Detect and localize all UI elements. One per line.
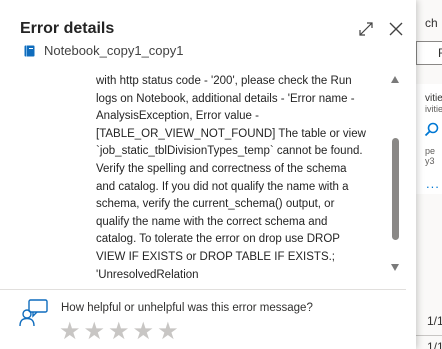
error-message-line: catalog. To tolerate the error on drop u… bbox=[96, 233, 340, 246]
bg-text-fragment: 1/1 bbox=[427, 340, 442, 349]
scroll-thumb[interactable] bbox=[392, 138, 399, 240]
expand-icon bbox=[359, 22, 373, 36]
star-rating: ★ ★ ★ ★ ★ bbox=[59, 317, 179, 345]
bg-text-fragment: ch bbox=[425, 16, 438, 30]
bg-more-dots: ... bbox=[426, 176, 440, 191]
bg-text-fragment: y3 bbox=[425, 156, 435, 166]
star-icon[interactable]: ★ bbox=[133, 317, 155, 345]
error-message-line: Verify the spelling and correctness of t… bbox=[96, 162, 347, 175]
scroll-up-arrow[interactable] bbox=[391, 76, 399, 83]
error-message-line: with http status code - '200', please ch… bbox=[96, 75, 352, 87]
close-icon bbox=[389, 22, 403, 36]
section-divider bbox=[0, 289, 406, 290]
error-message-line: 'UnresolvedRelation bbox=[96, 268, 199, 281]
error-message-text: with http status code - '200', please ch… bbox=[96, 73, 382, 283]
error-message-line: and catalog. If you did not qualify the … bbox=[96, 180, 349, 193]
star-icon[interactable]: ★ bbox=[157, 317, 179, 345]
bg-divider bbox=[412, 335, 442, 336]
error-message-line: qualify the name with the correct schema… bbox=[96, 215, 328, 228]
feedback-question: How helpful or unhelpful was this error … bbox=[61, 302, 313, 314]
search-icon bbox=[424, 122, 440, 141]
notebook-reference: Notebook_copy1_copy1 bbox=[24, 43, 184, 58]
notebook-name: Notebook_copy1_copy1 bbox=[44, 43, 184, 58]
notebook-icon bbox=[24, 45, 35, 56]
error-message-line: VIEW IF EXISTS or DROP TABLE IF EXISTS.; bbox=[96, 250, 336, 263]
star-icon[interactable]: ★ bbox=[59, 317, 81, 345]
feedback-icon bbox=[19, 299, 48, 327]
error-message-line: `job_static_tblDivisionTypes_temp` canno… bbox=[96, 145, 363, 158]
error-message-line: [TABLE_OR_VIEW_NOT_FOUND] The table or v… bbox=[96, 127, 366, 140]
bg-text-fragment: pe bbox=[425, 146, 436, 156]
bg-text-fragment: 1/1 bbox=[427, 314, 442, 328]
error-message-line: AnalysisException, Error value - bbox=[96, 110, 259, 123]
star-icon[interactable]: ★ bbox=[84, 317, 106, 345]
bg-text-fragment: F bbox=[438, 46, 442, 60]
panel-title: Error details bbox=[20, 20, 115, 37]
scroll-down-arrow[interactable] bbox=[391, 264, 399, 271]
error-message-line: schema, verify the current_schema() outp… bbox=[96, 198, 335, 211]
star-icon[interactable]: ★ bbox=[108, 317, 130, 345]
bg-text-fragment: ivitie bbox=[425, 104, 442, 114]
expand-button[interactable] bbox=[356, 19, 376, 39]
error-message-box[interactable]: with http status code - '200', please ch… bbox=[96, 66, 406, 283]
error-details-panel: Error details Notebook_copy1_copy1 with … bbox=[0, 0, 416, 349]
error-message-line: logs on Notebook, additional details - '… bbox=[96, 92, 355, 105]
message-scrollbar[interactable] bbox=[388, 68, 402, 278]
close-button[interactable] bbox=[386, 19, 406, 39]
bg-text-fragment: vitie bbox=[425, 93, 442, 104]
